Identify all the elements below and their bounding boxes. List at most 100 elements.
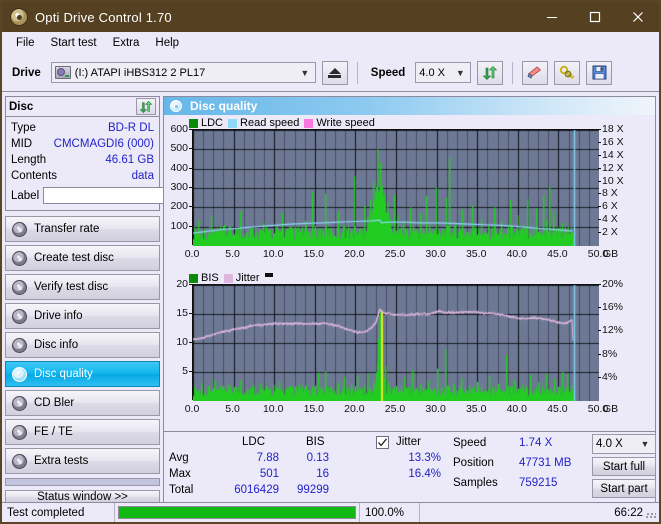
disc-row-contents-value: data [131,170,154,182]
speed-select-value: 4.0 X [419,66,445,79]
stats-avg-jitter: 13.3% [408,452,441,464]
x-axis-tick: 10.0 [262,403,284,415]
y-axis-tick-right: 14 X [602,148,624,161]
disc-icon [12,279,27,295]
x-axis-label: GB [603,403,619,415]
menu-item-file[interactable]: File [9,35,42,51]
stats-avg-bis: 0.13 [306,452,329,464]
eraser-button[interactable] [522,60,549,85]
stats-row-total-label: Total [169,484,194,496]
y-axis-tick-left: 500 [170,142,188,155]
x-axis-tick: 30.0 [425,403,446,415]
app-window: Opti Drive Control 1.70 File Start test … [0,0,661,524]
disc-quality-icon [170,100,182,112]
menu-item-start-test[interactable]: Start test [44,35,104,51]
toolbar-separator [512,61,514,84]
disc-row-contents-label: Contents [11,170,58,182]
minimize-button[interactable] [530,2,573,32]
y-axis-tick-right: 4 X [602,213,618,226]
toolbar-separator [356,61,358,84]
sidebar-item-fe-te[interactable]: FE / TE [5,419,160,445]
y-axis-tick-left: 300 [170,181,188,193]
sidebar-item-disc-quality[interactable]: Disc quality [5,361,160,387]
start-part-button[interactable]: Start part [592,479,656,498]
sidebar-item-verify-test-disc[interactable]: Verify test disc [5,274,160,300]
speed-stat-label: Speed [453,437,487,449]
sidebar-item-label: Transfer rate [34,223,100,235]
eject-button[interactable] [321,60,348,85]
drive-icon [54,66,71,79]
start-full-button[interactable]: Start full [592,457,656,476]
y-axis-tickmark [598,129,601,130]
y-axis-tickmark [189,371,192,372]
speed-select[interactable]: 4.0 X ▼ [415,62,472,83]
disc-icon [12,453,27,469]
y-axis-tick-left: 600 [170,123,188,135]
status-message: Test completed [7,506,85,519]
progress-fill [119,507,355,518]
disc-icon [12,250,27,266]
save-button[interactable] [586,60,613,85]
disc-label-row: Label [11,186,246,205]
y-axis-tick-right: 6 X [602,200,618,213]
save-icon [592,65,607,80]
disc-panel-header: Disc [6,97,159,117]
menu-item-help[interactable]: Help [148,35,186,51]
chevron-down-icon: ▼ [640,439,650,449]
test-speed-select[interactable]: 4.0 X ▼ [592,434,656,454]
menu-item-extra[interactable]: Extra [106,35,147,51]
x-axis-tick: 30.0 [425,248,446,260]
sidebar-item-drive-info[interactable]: Drive info [5,303,160,329]
y-axis-tickmark [598,193,601,194]
stats-max-jitter: 16.4% [408,468,441,480]
sidebar-item-extra-tests[interactable]: Extra tests [5,448,160,474]
stats-header-ldc: LDC [242,436,266,448]
left-panel: Disc Type BD-R DL MID CMCMAGDI6 (000) Le… [5,96,246,504]
y-axis-tick-right: 20% [602,278,624,290]
y-axis-tick-right: 8 X [602,187,618,200]
keys-button[interactable] [554,60,581,85]
content-panel: Disc quality LDC Read speed Write speed … [163,96,656,504]
sidebar-item-create-test-disc[interactable]: Create test disc [5,245,160,271]
disc-panel-title: Disc [9,100,34,113]
x-axis-tick: 40.0 [506,248,528,260]
x-axis-tick: 10.0 [262,248,284,260]
disc-icon [12,366,27,382]
y-axis-tick-left: 400 [170,161,188,174]
maximize-button[interactable] [573,2,616,32]
x-axis-tick: 45.0 [547,403,568,415]
y-axis-tickmark [598,206,601,207]
top-chart: 100 200 300 400 500 600 2 X4 X6 X8 X 10 X 12 X 14… [164,115,655,270]
y-axis-tick-right: 10 X [602,174,624,187]
close-button[interactable] [616,2,659,32]
y-axis-tickmark [598,307,601,308]
chevron-down-icon: ▼ [455,67,465,78]
y-axis-tickmark [598,142,601,143]
progress-track [118,506,356,519]
app-icon [10,8,28,26]
sidebar-item-disc-info[interactable]: Disc info [5,332,160,358]
drive-select-value: (I:) ATAPI iHBS312 2 PL17 [74,66,206,79]
jitter-checkbox[interactable] [376,436,389,449]
speed-stat-value: 1.74 X [519,437,553,449]
stats-header-bis: BIS [306,436,325,448]
refresh-button[interactable] [477,60,504,85]
disc-refresh-button[interactable] [136,98,156,115]
sidebar-item-cd-bler[interactable]: CD Bler [5,390,160,416]
disc-icon [12,395,27,411]
y-axis-tick-right: 8% [602,347,618,360]
disc-icon [12,308,27,324]
y-axis-tickmark [598,354,601,355]
y-axis-tickmark [598,377,601,378]
x-axis-tick: 20.0 [344,248,365,260]
disc-row-type: Type BD-R DL [11,120,154,136]
sidebar-item-transfer-rate[interactable]: Transfer rate [5,216,160,242]
disc-row-mid-label: MID [11,138,33,150]
stats-total-ldc: 6016429 [234,484,279,496]
y-axis-tickmark [189,226,192,227]
disc-row-type-value: BD-R DL [107,122,154,134]
resize-grip[interactable] [646,509,656,519]
top-chart-plot [192,129,599,246]
disc-row-mid-value: CMCMAGDI6 (000) [53,138,154,150]
drive-select[interactable]: (I:) ATAPI iHBS312 2 PL17 ▼ [50,62,316,83]
